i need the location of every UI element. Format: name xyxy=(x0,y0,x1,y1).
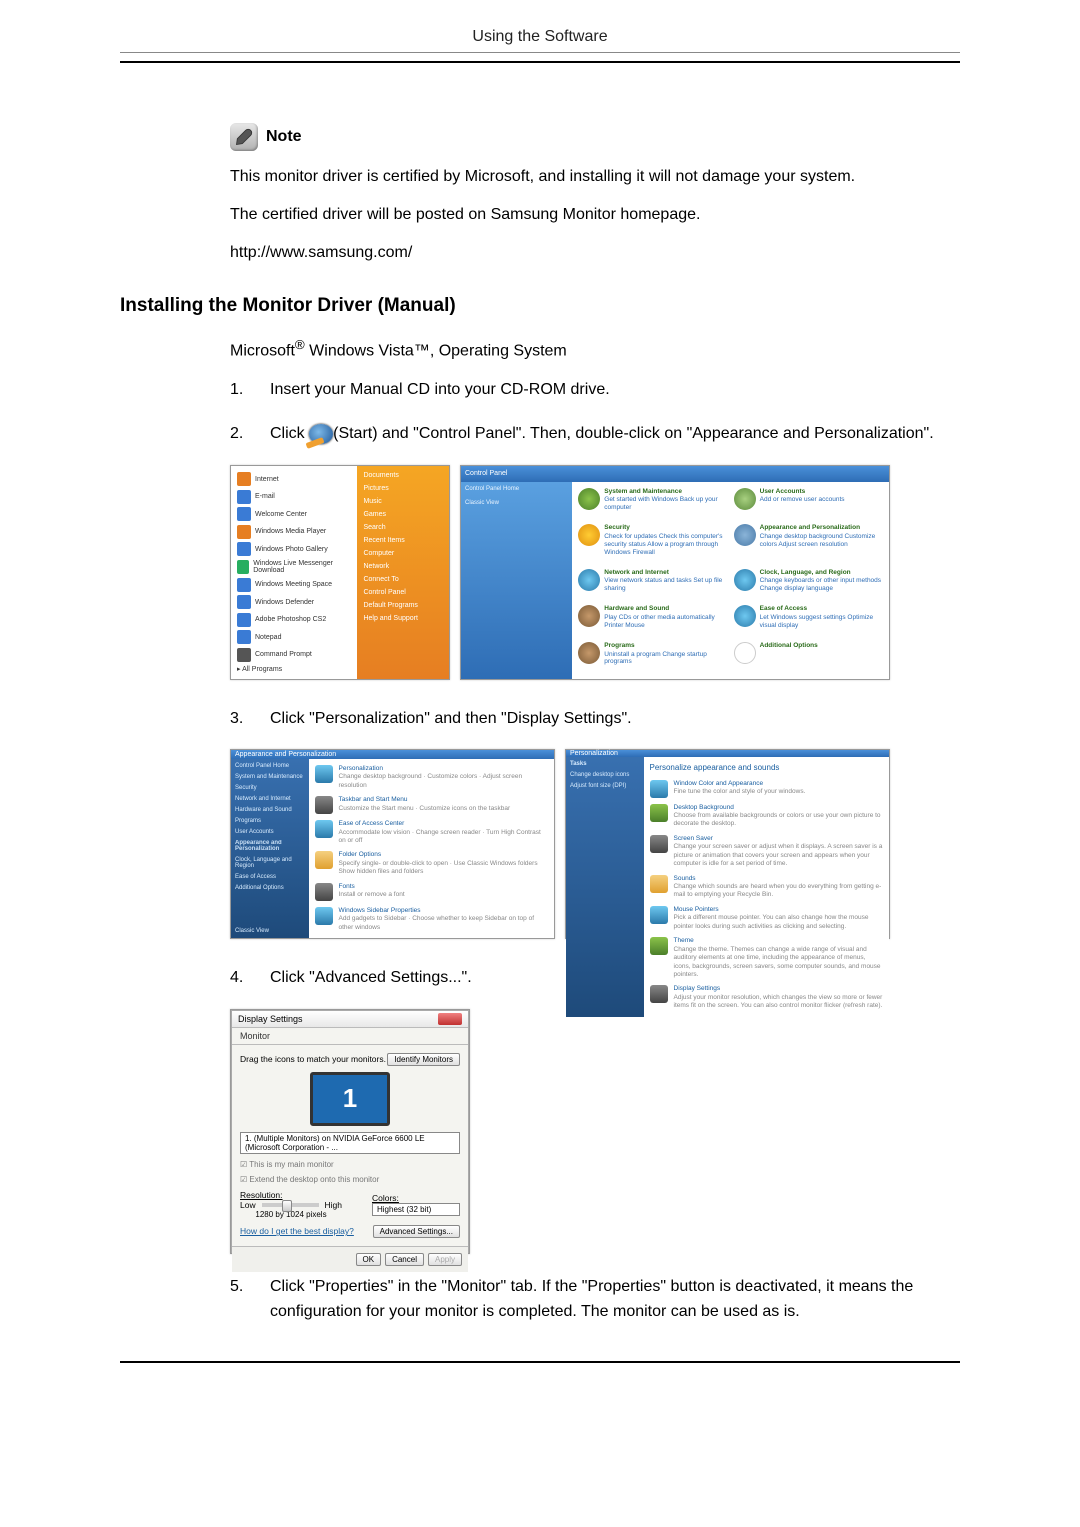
page-header: Using the Software xyxy=(120,28,960,63)
figure-start-menu: Internet E-mail Welcome Center Windows M… xyxy=(230,465,450,680)
help-link[interactable]: How do I get the best display? xyxy=(240,1226,354,1236)
dialog-title: Display Settings xyxy=(238,1014,303,1024)
figure-display-settings: Display Settings Monitor Drag the icons … xyxy=(230,1009,470,1254)
os-line: Microsoft® Windows Vista™, Operating Sys… xyxy=(230,335,960,363)
note-label: Note xyxy=(266,128,302,146)
note-icon xyxy=(230,123,258,151)
monitor-select[interactable]: 1. (Multiple Monitors) on NVIDIA GeForce… xyxy=(240,1132,460,1154)
page-footer-rule xyxy=(120,1361,960,1363)
note-p2: The certified driver will be posted on S… xyxy=(230,203,960,227)
step-3: 3. Click "Personalization" and then "Dis… xyxy=(230,706,960,732)
note-block: Note xyxy=(230,123,960,151)
apply-button[interactable]: Apply xyxy=(428,1253,462,1266)
close-icon[interactable] xyxy=(438,1013,462,1025)
header-title: Using the Software xyxy=(120,28,960,52)
identify-monitors-button[interactable]: Identify Monitors xyxy=(387,1053,460,1066)
advanced-settings-button[interactable]: Advanced Settings... xyxy=(373,1225,460,1238)
figure-control-panel: Control Panel Control Panel Home Classic… xyxy=(460,465,890,680)
main-monitor-check[interactable]: ☑ This is my main monitor xyxy=(240,1160,460,1169)
figure-appearance-panel: Appearance and Personalization Control P… xyxy=(230,749,555,939)
step-5: 5. Click "Properties" in the "Monitor" t… xyxy=(230,1274,960,1325)
monitor-preview[interactable]: 1 xyxy=(310,1072,390,1126)
step-4: 4. Click "Advanced Settings...". xyxy=(230,965,960,991)
extend-desktop-check[interactable]: ☑ Extend the desktop onto this monitor xyxy=(240,1175,460,1184)
monitor-tab[interactable]: Monitor xyxy=(232,1028,468,1045)
colors-select[interactable]: Highest (32 bit) xyxy=(372,1203,460,1216)
note-p1: This monitor driver is certified by Micr… xyxy=(230,165,960,189)
figure-personalization: Personalization Tasks Change desktop ico… xyxy=(565,749,890,939)
step-2: 2. Click (Start) and "Control Panel". Th… xyxy=(230,421,960,447)
note-url: http://www.samsung.com/ xyxy=(230,241,960,265)
ok-button[interactable]: OK xyxy=(356,1253,382,1266)
cancel-button[interactable]: Cancel xyxy=(385,1253,424,1266)
start-icon xyxy=(309,424,333,444)
section-heading: Installing the Monitor Driver (Manual) xyxy=(120,295,960,317)
step-1: 1. Insert your Manual CD into your CD-RO… xyxy=(230,377,960,403)
resolution-slider[interactable] xyxy=(262,1203,319,1207)
